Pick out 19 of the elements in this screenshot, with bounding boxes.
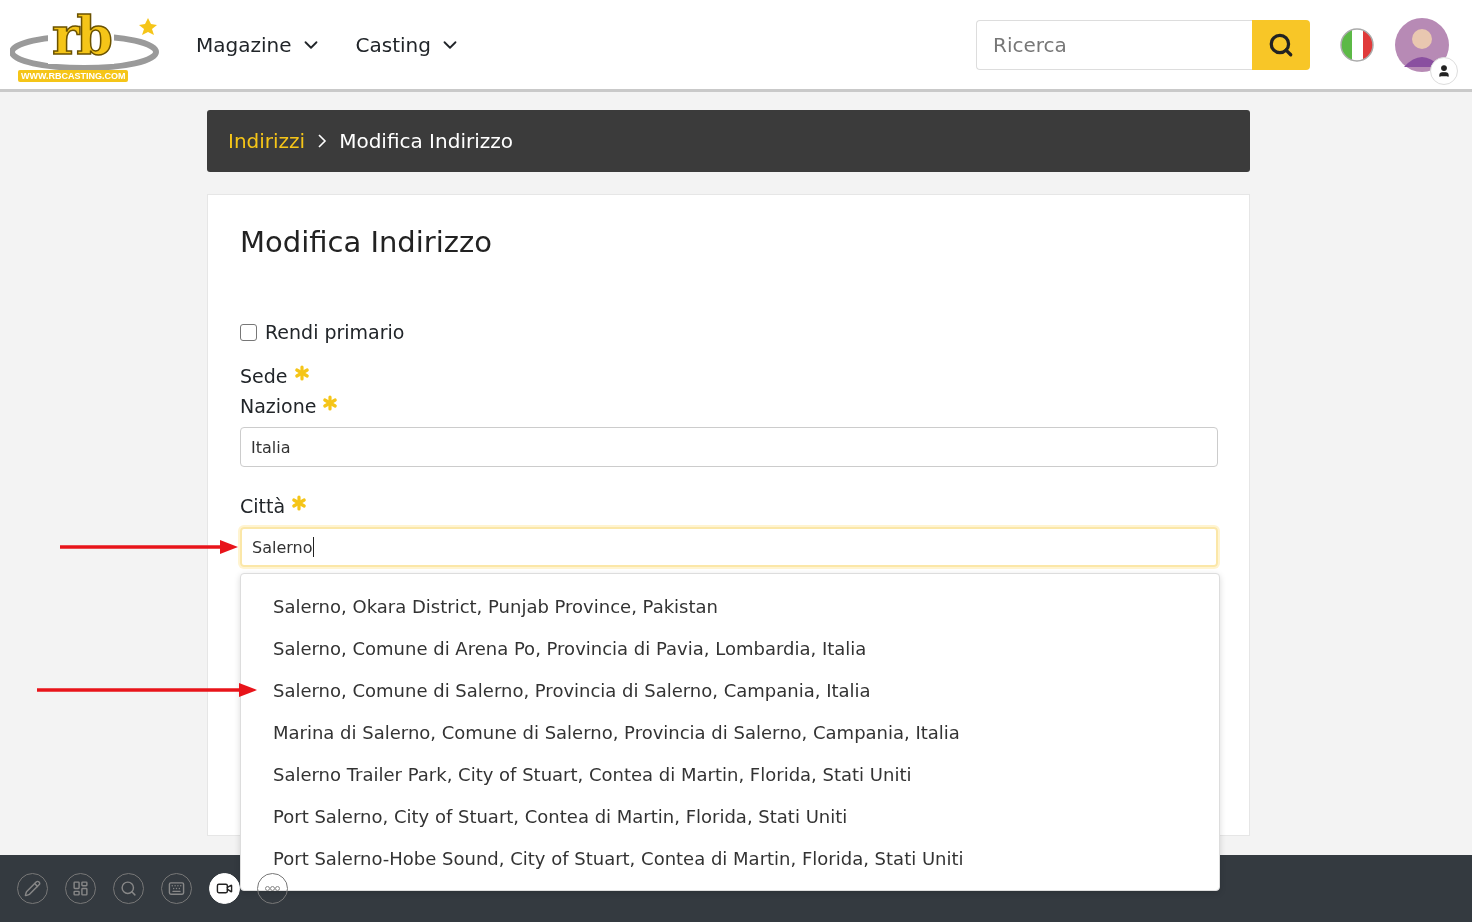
suggestion-item[interactable]: Port Salerno, City of Stuart, Contea di Martin, Florida, Stati Uniti — [241, 795, 1219, 837]
suggestion-item[interactable]: Salerno, Okara District, Punjab Province, Pakistan — [241, 585, 1219, 627]
text-field[interactable]: Salerno — [240, 527, 1218, 567]
field-label: Città — [240, 495, 286, 517]
search-field[interactable]: Ricerca — [976, 19, 1252, 70]
nav-menu[interactable]: Casting — [355, 32, 461, 57]
page-title: Modifica Indirizzo — [240, 225, 493, 259]
suggestion-item[interactable]: Salerno Trailer Park, City of Stuart, Contea di Martin, Florida, Stati Uniti — [241, 753, 1219, 795]
suggestion-item[interactable]: Salerno, Comune di Salerno, Provincia di Salerno, Campania, Italia — [241, 669, 1219, 711]
breadcrumb-link[interactable]: Modifica Indirizzo — [339, 129, 513, 153]
suggestion-item[interactable]: Port Salerno-Hobe Sound, City of Stuart, Contea di Martin, Florida, Stati Uniti — [241, 837, 1219, 879]
field-label: Nazione — [240, 395, 317, 417]
field-label: Sede — [240, 365, 288, 387]
breadcrumb-link[interactable]: Indirizzi — [228, 129, 306, 153]
suggestion-item[interactable]: Salerno, Comune di Arena Po, Provincia di Pavia, Lombardia, Italia — [241, 627, 1219, 669]
suggestion-item[interactable]: Marina di Salerno, Comune di Salerno, Provincia di Salerno, Campania, Italia — [241, 711, 1219, 753]
text-field[interactable]: Italia — [240, 427, 1218, 467]
nav-menu[interactable]: Magazine — [196, 32, 322, 57]
checkbox-label: Rendi primario — [265, 321, 405, 343]
